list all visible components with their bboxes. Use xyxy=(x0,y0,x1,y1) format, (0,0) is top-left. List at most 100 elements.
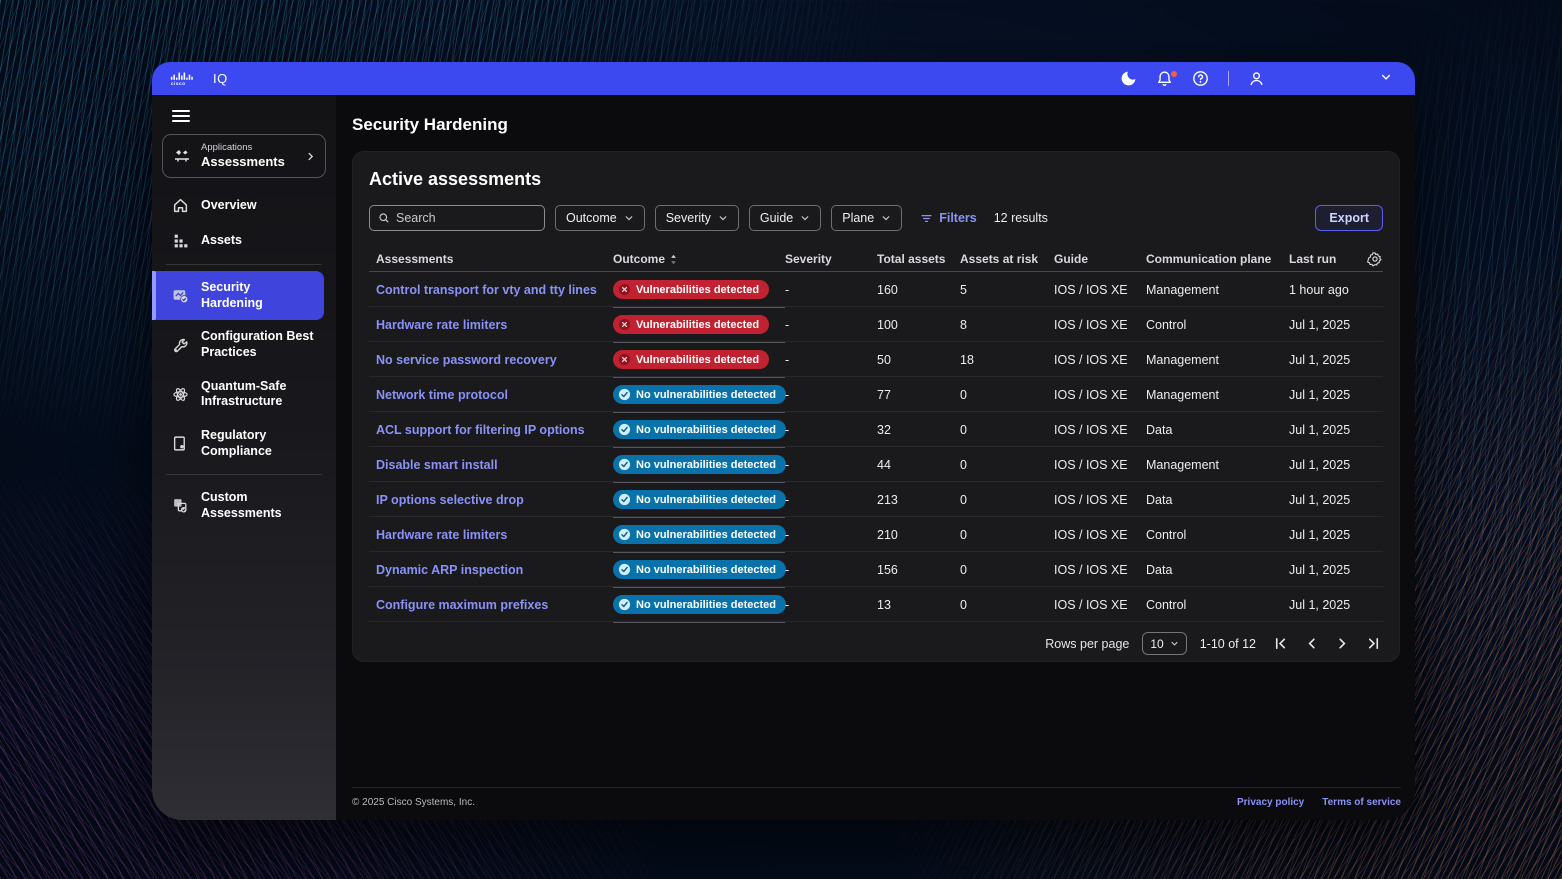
pagination: Rows per page 10 1-10 of 12 xyxy=(369,632,1383,655)
table-body: Control transport for vty and tty lines … xyxy=(369,272,1383,622)
card-title: Active assessments xyxy=(369,169,1383,190)
page-range: 1-10 of 12 xyxy=(1200,637,1256,651)
window-chevron-down-icon[interactable] xyxy=(1380,70,1397,87)
table-row: Hardware rate limiters Vulnerabilities d… xyxy=(369,307,1383,342)
assessment-link[interactable]: Disable smart install xyxy=(376,458,498,472)
topbar: IQ xyxy=(152,62,1415,95)
assessment-link[interactable]: Network time protocol xyxy=(376,388,508,402)
column-header-assets-at-risk[interactable]: Assets at risk xyxy=(960,252,1054,266)
guide-cell: IOS / IOS XE xyxy=(1054,318,1146,332)
assets-at-risk-cell: 18 xyxy=(960,353,1054,367)
filters-label: Filters xyxy=(939,211,977,225)
communication-plane-cell: Management xyxy=(1146,388,1289,402)
filters-toggle[interactable]: Filters xyxy=(920,211,977,225)
outcome-badge: No vulnerabilities detected xyxy=(613,490,786,509)
communication-plane-cell: Control xyxy=(1146,318,1289,332)
column-header-severity[interactable]: Severity xyxy=(785,252,877,266)
sidebar-item-label: Quantum-Safe Infrastructure xyxy=(201,379,314,410)
column-header-assessments[interactable]: Assessments xyxy=(369,252,613,266)
sidebar-item-custom-assessments[interactable]: Custom Assessments xyxy=(152,481,324,530)
table-row: IP options selective drop No vulnerabili… xyxy=(369,482,1383,517)
column-header-total-assets[interactable]: Total assets xyxy=(877,252,960,266)
outcome-badge-label: No vulnerabilities detected xyxy=(636,599,776,611)
assessment-link[interactable]: IP options selective drop xyxy=(376,493,524,507)
assessment-link[interactable]: No service password recovery xyxy=(376,353,557,367)
chevron-down-icon xyxy=(881,213,891,223)
app-selector[interactable]: Applications Assessments xyxy=(162,134,326,178)
last-run-cell: Jul 1, 2025 xyxy=(1289,528,1357,542)
total-assets-cell: 100 xyxy=(877,318,960,332)
outcome-badge-icon xyxy=(618,458,631,471)
page-size-select[interactable]: 10 xyxy=(1142,632,1186,655)
column-settings-gear-icon[interactable] xyxy=(1367,251,1383,267)
assessment-link[interactable]: Control transport for vty and tty lines xyxy=(376,283,597,297)
assessment-link[interactable]: ACL support for filtering IP options xyxy=(376,423,585,437)
table-row: Control transport for vty and tty lines … xyxy=(369,272,1383,307)
footer-links: Privacy policy Terms of service xyxy=(1237,797,1401,808)
terms-of-service-link[interactable]: Terms of service xyxy=(1322,797,1401,808)
guide-cell: IOS / IOS XE xyxy=(1054,423,1146,437)
export-button[interactable]: Export xyxy=(1315,205,1383,231)
total-assets-cell: 210 xyxy=(877,528,960,542)
last-run-cell: Jul 1, 2025 xyxy=(1289,318,1357,332)
assessment-link[interactable]: Hardware rate limiters xyxy=(376,528,507,542)
total-assets-cell: 13 xyxy=(877,598,960,612)
column-header-communication-plane[interactable]: Communication plane xyxy=(1146,252,1289,266)
outcome-badge-label: No vulnerabilities detected xyxy=(636,389,776,401)
assets-at-risk-cell: 5 xyxy=(960,283,1054,297)
main-content: Security Hardening Active assessments Ou… xyxy=(336,95,1415,820)
table-header-row: AssessmentsOutcomeSeverityTotal assetsAs… xyxy=(369,247,1383,272)
outcome-badge-icon xyxy=(618,528,631,541)
column-header-outcome[interactable]: Outcome xyxy=(613,252,785,266)
sidebar-item-quantum-safe-infrastructure[interactable]: Quantum-Safe Infrastructure xyxy=(152,370,324,419)
theme-moon-icon[interactable] xyxy=(1120,70,1137,87)
outcome-badge-label: No vulnerabilities detected xyxy=(636,424,776,436)
table-row: ACL support for filtering IP options No … xyxy=(369,412,1383,447)
guide-dropdown[interactable]: Guide xyxy=(749,205,821,231)
severity-cell: - xyxy=(785,598,877,612)
severity-dropdown[interactable]: Severity xyxy=(655,205,739,231)
outcome-badge: Vulnerabilities detected xyxy=(613,315,769,334)
total-assets-cell: 156 xyxy=(877,563,960,577)
notifications-bell-icon[interactable] xyxy=(1156,70,1173,87)
sidebar-item-regulatory-compliance[interactable]: Regulatory Compliance xyxy=(152,419,324,468)
severity-cell: - xyxy=(785,318,877,332)
home-icon xyxy=(172,197,189,214)
sidebar-item-label: Custom Assessments xyxy=(201,490,314,521)
severity-cell: - xyxy=(785,528,877,542)
sidebar-divider xyxy=(166,264,322,265)
topbar-actions xyxy=(1120,70,1397,87)
outcome-badge-icon xyxy=(618,423,631,436)
table-toolbar: OutcomeSeverityGuidePlane Filters 12 res… xyxy=(369,205,1383,231)
hamburger-menu-icon[interactable] xyxy=(172,110,190,122)
assessment-link[interactable]: Dynamic ARP inspection xyxy=(376,563,523,577)
sidebar-item-assets[interactable]: Assets xyxy=(152,223,324,258)
help-icon[interactable] xyxy=(1192,70,1209,87)
app-selector-category: Applications xyxy=(201,142,296,154)
assessment-link[interactable]: Configure maximum prefixes xyxy=(376,598,548,612)
assessment-link[interactable]: Hardware rate limiters xyxy=(376,318,507,332)
user-account-icon[interactable] xyxy=(1248,70,1265,87)
privacy-policy-link[interactable]: Privacy policy xyxy=(1237,797,1304,808)
last-run-cell: Jul 1, 2025 xyxy=(1289,388,1357,402)
outcome-badge-icon xyxy=(618,563,631,576)
first-page-button[interactable] xyxy=(1273,636,1288,651)
custom-icon xyxy=(172,497,189,514)
search-input[interactable] xyxy=(396,211,536,225)
severity-cell: - xyxy=(785,423,877,437)
prev-page-button[interactable] xyxy=(1304,636,1319,651)
sidebar-item-configuration-best-practices[interactable]: Configuration Best Practices xyxy=(152,320,324,369)
sidebar-item-security-hardening[interactable]: Security Hardening xyxy=(152,271,324,320)
guide-cell: IOS / IOS XE xyxy=(1054,388,1146,402)
column-header-guide[interactable]: Guide xyxy=(1054,252,1146,266)
last-run-cell: Jul 1, 2025 xyxy=(1289,458,1357,472)
last-page-button[interactable] xyxy=(1366,636,1381,651)
column-header-last-run[interactable]: Last run xyxy=(1289,252,1357,266)
outcome-badge-label: No vulnerabilities detected xyxy=(636,459,776,471)
outcome-dropdown[interactable]: Outcome xyxy=(555,205,645,231)
assets-at-risk-cell: 0 xyxy=(960,388,1054,402)
plane-dropdown[interactable]: Plane xyxy=(831,205,902,231)
next-page-button[interactable] xyxy=(1335,636,1350,651)
assets-at-risk-cell: 0 xyxy=(960,528,1054,542)
sidebar-item-overview[interactable]: Overview xyxy=(152,188,324,223)
